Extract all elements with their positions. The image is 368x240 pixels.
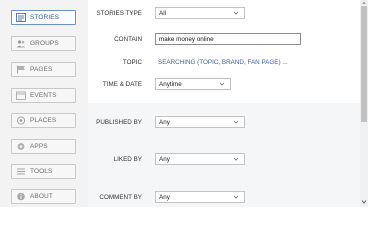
scrollbar-thumb[interactable] (361, 6, 367, 122)
tools-icon (16, 167, 26, 176)
chevron-down-icon (219, 82, 225, 86)
stories-type-label: STORIES TYPE (96, 10, 142, 17)
apps-icon (16, 142, 26, 151)
scroll-up-arrow-icon[interactable] (361, 0, 367, 5)
stories-type-select[interactable]: All (155, 7, 245, 19)
comment-by-label: COMMENT BY (99, 194, 142, 201)
time-date-label: TIME & DATE (102, 81, 142, 88)
chevron-down-icon (233, 195, 239, 199)
events-icon (16, 91, 26, 100)
chevron-down-icon (233, 11, 239, 15)
sidebar-item-label: GROUPS (30, 40, 59, 47)
published-by-label: PUBLISHED BY (96, 119, 142, 126)
comment-by-select[interactable]: Any (155, 191, 245, 203)
topic-label: TOPIC (122, 59, 142, 66)
places-icon (16, 116, 26, 125)
contain-label: CONTAIN (114, 36, 142, 43)
search-criteria-section: STORIES TYPE All CONTAIN TOPIC SEARCHING… (88, 0, 360, 103)
sidebar-item-label: EVENTS (30, 92, 57, 99)
sidebar-item-about[interactable]: ABOUT (11, 189, 76, 204)
liked-by-select[interactable]: Any (155, 153, 245, 165)
published-by-select[interactable]: Any (155, 116, 245, 128)
sidebar-item-apps[interactable]: APPS (11, 139, 76, 154)
engagement-filters-section: PUBLISHED BY Any LIKED BY Any COMMENT BY… (88, 103, 360, 207)
scroll-down-arrow-icon[interactable] (361, 199, 367, 205)
sidebar-item-pages[interactable]: PAGES (11, 62, 76, 77)
topic-search-link[interactable]: SEARCHING (TOPIC, BRAND, FAN PAGE) ... (158, 59, 288, 66)
liked-by-value: Any (159, 155, 170, 163)
sidebar-item-places[interactable]: PLACES (11, 113, 76, 128)
sidebar-item-label: PLACES (30, 117, 57, 124)
sidebar-item-label: ABOUT (30, 193, 53, 200)
sidebar-item-label: TOOLS (30, 168, 53, 175)
about-icon (16, 192, 26, 201)
stories-icon (16, 13, 26, 22)
sidebar-item-label: PAGES (30, 66, 53, 73)
chevron-down-icon (233, 157, 239, 161)
pages-icon (16, 65, 26, 74)
published-by-value: Any (159, 118, 170, 126)
sidebar: STORIES GROUPS PAGES EVENTS PLACES APPS … (0, 0, 88, 207)
vertical-scrollbar[interactable] (360, 0, 368, 207)
search-filters-panel: STORIES TYPE All CONTAIN TOPIC SEARCHING… (88, 0, 360, 207)
liked-by-label: LIKED BY (113, 156, 142, 163)
time-date-value: Anytime (159, 80, 182, 88)
sidebar-item-groups[interactable]: GROUPS (11, 36, 76, 51)
sidebar-item-events[interactable]: EVENTS (11, 88, 76, 103)
contain-input[interactable] (155, 33, 301, 45)
sidebar-item-label: STORIES (30, 14, 60, 21)
sidebar-item-tools[interactable]: TOOLS (11, 164, 76, 179)
chevron-down-icon (233, 120, 239, 124)
time-date-select[interactable]: Anytime (155, 78, 231, 90)
sidebar-item-label: APPS (30, 143, 48, 150)
stories-type-value: All (159, 9, 166, 17)
groups-icon (16, 39, 26, 48)
comment-by-value: Any (159, 193, 170, 201)
sidebar-item-stories[interactable]: STORIES (11, 10, 76, 25)
